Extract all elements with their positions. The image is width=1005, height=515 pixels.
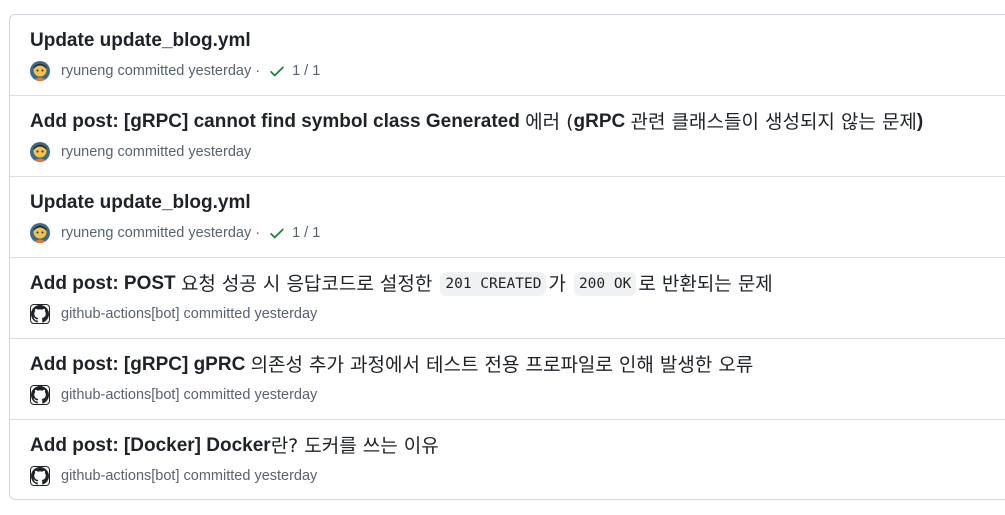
commit-title-link[interactable]: Update update_blog.yml	[30, 190, 1005, 216]
check-icon[interactable]	[268, 62, 286, 80]
user-avatar[interactable]	[30, 142, 50, 162]
commit-title-text: )	[916, 111, 924, 132]
user-avatar[interactable]	[30, 61, 50, 81]
commit-title-text: 가	[548, 273, 572, 295]
commit-title-text: Add post: [Docker] Docker	[30, 435, 271, 456]
commit-row: Add post: [gRPC] cannot find symbol clas…	[10, 96, 1005, 177]
commit-row: Update update_blog.ymlryuneng committed …	[10, 15, 1005, 96]
meta-separator: ·	[255, 63, 261, 79]
commit-title-text: Update update_blog.yml	[30, 30, 251, 51]
commit-meta: github-actions[bot] committed yesterday	[30, 384, 1005, 406]
commit-timestamp: committed yesterday	[183, 468, 318, 484]
github-bot-avatar[interactable]	[30, 385, 50, 405]
commit-title-link[interactable]: Add post: [gRPC] cannot find symbol clas…	[30, 109, 1005, 135]
commit-title-text: 요청 성공 시 응답코드로 설정한	[180, 273, 439, 295]
commit-list: Update update_blog.yml ryuneng committed …	[9, 14, 1005, 500]
commit-row: Update update_blog.ymlryuneng committed …	[10, 177, 1005, 258]
commit-title-text: 관련 클래스들이 생성되지 않는 문제	[630, 111, 917, 133]
commit-title-text: Add post: [gRPC] cannot find symbol clas…	[30, 111, 526, 132]
commit-row: Add post: [gRPC] gPRC 의존성 추가 과정에서 테스트 전용…	[10, 339, 1005, 420]
commit-timestamp: committed yesterday	[117, 225, 252, 241]
github-bot-avatar[interactable]	[30, 304, 50, 324]
commit-meta: github-actions[bot] committed yesterday	[30, 465, 1005, 487]
commit-title-text: Add post: [gRPC] gPRC	[30, 354, 251, 375]
commit-author-link[interactable]: ryuneng	[61, 225, 113, 241]
commit-row: Add post: POST 요청 성공 시 응답코드로 설정한 201 CRE…	[10, 258, 1005, 339]
check-status-count[interactable]: 1 / 1	[292, 225, 320, 241]
commit-title-link[interactable]: Add post: [gRPC] gPRC 의존성 추가 과정에서 테스트 전용…	[30, 352, 1005, 378]
commit-title-text: 란? 도커를 쓰는 이유	[270, 435, 439, 457]
inline-code: 200 OK	[573, 272, 637, 296]
commit-author-link[interactable]: github-actions[bot]	[61, 387, 180, 403]
github-bot-avatar[interactable]	[30, 466, 50, 486]
commit-title-link[interactable]: Update update_blog.yml	[30, 28, 1005, 54]
check-status-count[interactable]: 1 / 1	[292, 63, 320, 79]
commit-timestamp: committed yesterday	[117, 63, 252, 79]
meta-separator: ·	[255, 225, 261, 241]
commit-title-text: gRPC	[573, 111, 631, 132]
inline-code: 201 CREATED	[440, 272, 547, 296]
commit-timestamp: committed yesterday	[117, 144, 252, 160]
commit-title-link[interactable]: Add post: POST 요청 성공 시 응답코드로 설정한 201 CRE…	[30, 271, 1005, 297]
commit-timestamp: committed yesterday	[183, 387, 318, 403]
user-avatar[interactable]	[30, 223, 50, 243]
commit-title-text: Update update_blog.yml	[30, 192, 251, 213]
commit-meta: github-actions[bot] committed yesterday	[30, 303, 1005, 325]
commit-title-text: 로 반환되는 문제	[638, 273, 773, 295]
check-icon[interactable]	[268, 224, 286, 242]
commit-title-text: Add post: POST	[30, 273, 181, 294]
commit-title-link[interactable]: Add post: [Docker] Docker 란? 도커를 쓰는 이유	[30, 433, 1005, 459]
commit-author-link[interactable]: ryuneng	[61, 144, 113, 160]
commit-author-link[interactable]: ryuneng	[61, 63, 113, 79]
commit-meta: ryuneng committed yesterday · 1 / 1	[30, 60, 1005, 82]
commit-author-link[interactable]: github-actions[bot]	[61, 468, 180, 484]
commit-title-text: 의존성 추가 과정에서 테스트 전용 프로파일로 인해 발생한 오류	[250, 354, 754, 376]
commit-author-link[interactable]: github-actions[bot]	[61, 306, 180, 322]
commit-row: Add post: [Docker] Docker 란? 도커를 쓰는 이유 git…	[10, 420, 1005, 499]
commit-title-text: 에러 (	[525, 111, 574, 133]
commit-meta: ryuneng committed yesterday · 1 / 1	[30, 222, 1005, 244]
commit-timestamp: committed yesterday	[183, 306, 318, 322]
commit-meta: ryuneng committed yesterday	[30, 141, 1005, 163]
